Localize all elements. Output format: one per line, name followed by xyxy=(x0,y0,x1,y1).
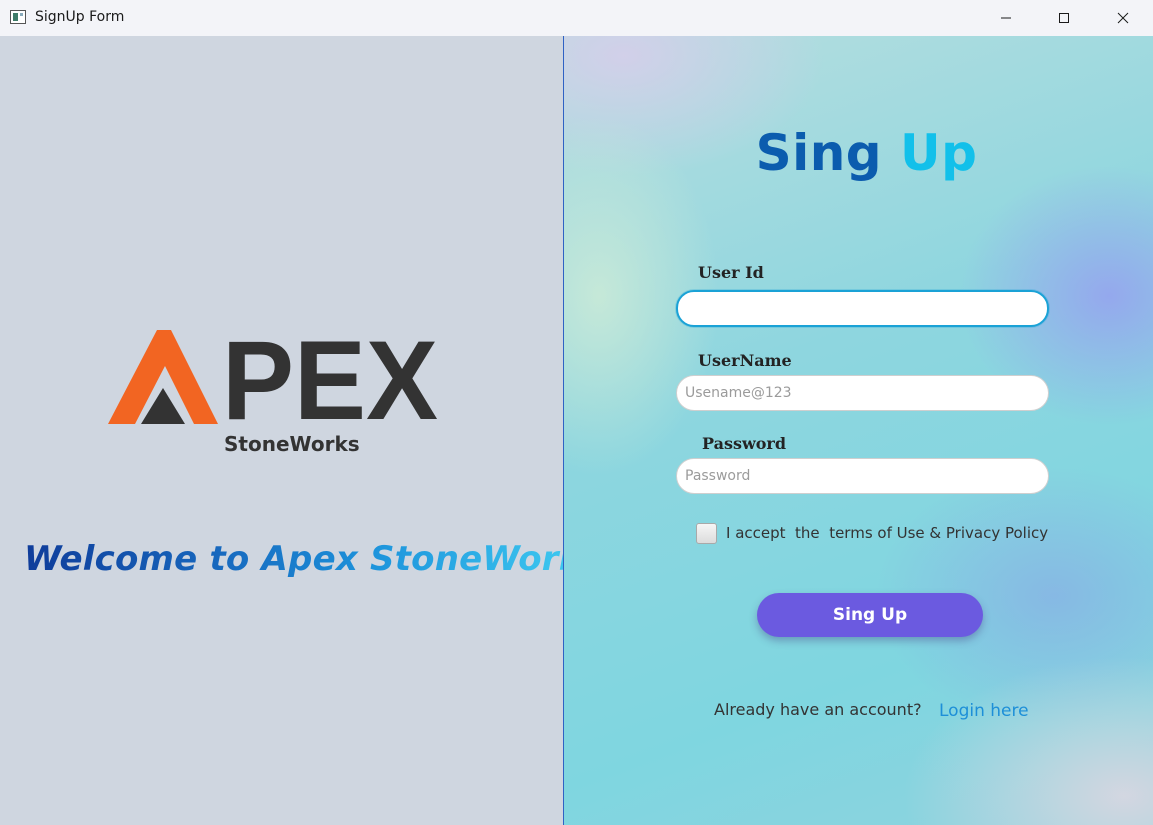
username-label: UserName xyxy=(698,351,792,370)
window-title: SignUp Form xyxy=(35,9,125,25)
user-id-input[interactable] xyxy=(676,290,1049,327)
apex-logo: PEX StoneWorks xyxy=(108,326,438,456)
password-input[interactable] xyxy=(676,458,1049,494)
app-icon xyxy=(10,10,26,24)
login-link[interactable]: Login here xyxy=(939,701,1029,721)
title-bar: SignUp Form xyxy=(0,0,1153,36)
brand-panel: PEX StoneWorks Welcome to Apex StoneWork… xyxy=(0,36,602,825)
login-prompt: Already have an account? xyxy=(714,700,922,719)
close-button[interactable] xyxy=(1094,0,1152,36)
password-label: Password xyxy=(702,434,787,453)
terms-label: I accept the terms of Use & Privacy Poli… xyxy=(726,524,1049,542)
minimize-button[interactable] xyxy=(977,0,1035,36)
logo-text-main: PEX xyxy=(222,326,438,443)
maximize-icon xyxy=(1059,13,1069,23)
terms-checkbox[interactable] xyxy=(696,523,717,544)
signup-window: SignUp Form PEX StoneWorks Welcome to Ap… xyxy=(0,0,1153,825)
username-input[interactable] xyxy=(676,375,1049,411)
signup-panel: Sing Up User Id UserName Password I acce… xyxy=(564,36,1153,825)
form-title-part2: Up xyxy=(900,124,978,182)
user-id-label: User Id xyxy=(698,263,764,282)
logo-text-sub: StoneWorks xyxy=(224,432,360,456)
form-title-part1: Sing xyxy=(755,124,883,182)
minimize-icon xyxy=(1001,17,1011,19)
maximize-button[interactable] xyxy=(1035,0,1093,36)
form-title: Sing Up xyxy=(564,124,1153,182)
welcome-heading: Welcome to Apex StoneWorks xyxy=(24,539,602,579)
close-icon xyxy=(1117,12,1129,24)
signup-button[interactable]: Sing Up xyxy=(757,593,983,637)
